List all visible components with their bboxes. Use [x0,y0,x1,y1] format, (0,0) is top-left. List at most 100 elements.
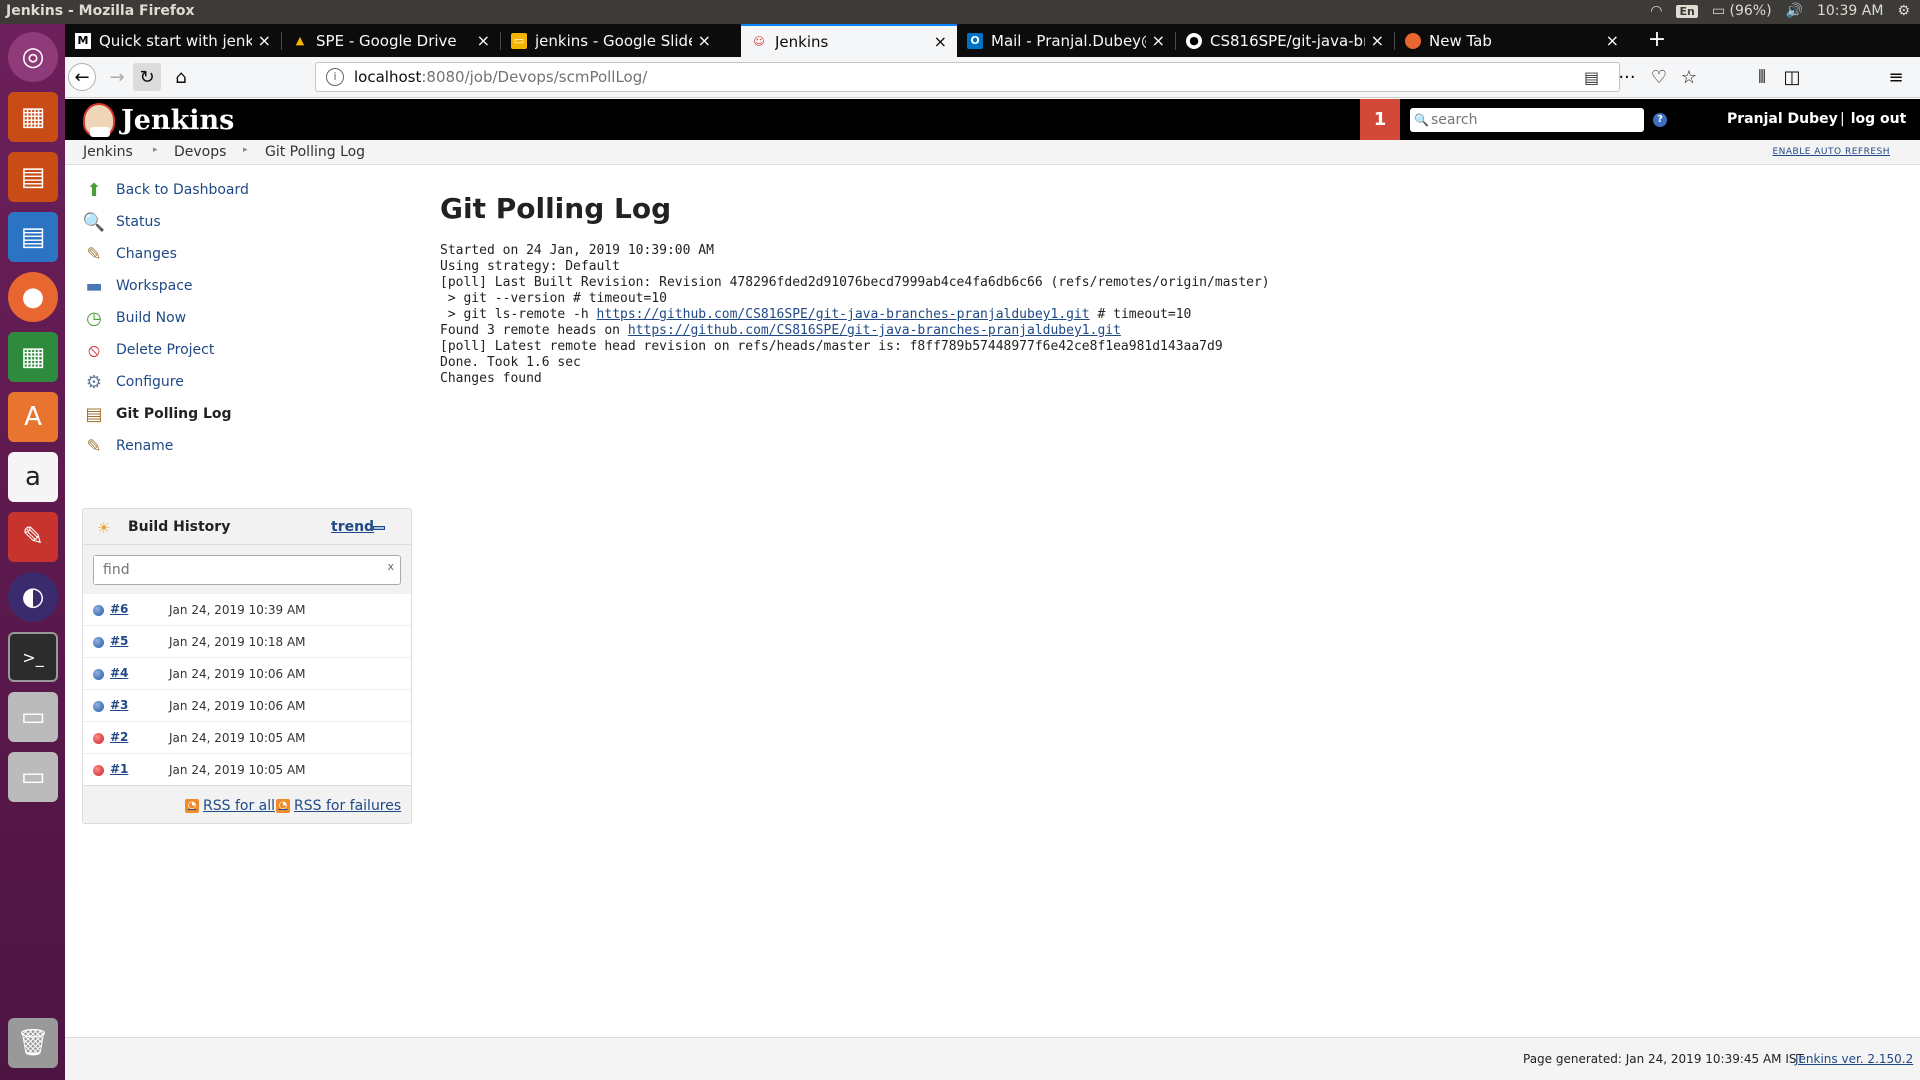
search-box[interactable]: 🔍 [1410,108,1644,132]
task-git-polling-log[interactable]: ▤ Git Polling Log [82,398,412,430]
pocket-icon[interactable]: ♡ [1645,63,1673,91]
keyboard-layout-indicator[interactable]: En [1676,4,1698,18]
trash-icon[interactable]: 🗑 [8,1018,58,1068]
ubuntu-dash-icon[interactable]: ◎ [8,32,58,82]
drive-icon[interactable]: ▭ [8,752,58,802]
close-tab-icon[interactable]: × [934,32,947,51]
software-center-icon[interactable]: A [8,392,58,442]
build-number-link[interactable]: #6 [110,602,128,616]
close-tab-icon[interactable]: × [258,31,271,50]
repo-url-link[interactable]: https://github.com/CS816SPE/git-java-bra… [597,307,1090,322]
breadcrumb-arrow-icon[interactable]: ▸ [153,145,158,155]
task-label: Changes [116,246,177,262]
tab-label: CS816SPE/git-java-branch [1210,31,1365,50]
build-number-link[interactable]: #4 [110,666,128,680]
task-workspace[interactable]: ▬ Workspace [82,270,412,302]
breadcrumb-arrow-icon[interactable]: ▸ [243,145,248,155]
task-rename[interactable]: ✎ Rename [82,430,412,462]
site-info-icon[interactable]: i [326,68,344,86]
build-date: Jan 24, 2019 10:05 AM [169,731,306,745]
drive-icon[interactable]: ▭ [8,692,58,742]
hamburger-menu-icon[interactable]: ≡ [1882,63,1910,91]
success-ball-icon [93,669,104,680]
system-settings-icon[interactable]: ✎ [8,512,58,562]
url-bar[interactable]: i localhost:8080/job/Devops/scmPollLog/ … [315,62,1620,92]
jenkins-icon: ☺ [753,35,765,48]
clock[interactable]: 10:39 AM [1817,3,1883,19]
log-line: [poll] Latest remote head revision on re… [440,339,1223,354]
tab-strip: M Quick start with jenkins × ▲ SPE - Goo… [65,24,1920,57]
tab-outlook-mail[interactable]: O Mail - Pranjal.Dubey@iiit × [957,24,1175,57]
success-ball-icon [93,701,104,712]
breadcrumb-git-polling-log[interactable]: Git Polling Log [265,144,365,160]
forward-button[interactable]: → [103,63,131,91]
search-input[interactable] [1430,112,1641,128]
clear-find-icon[interactable]: x [387,560,394,573]
os-top-panel: Jenkins - Mozilla Firefox ◠ En ▭ (96%) 🔊… [0,0,1920,24]
help-icon[interactable]: ? [1653,113,1667,127]
rss-all-link[interactable]: ◔ RSS for all [185,798,275,814]
close-tab-icon[interactable]: × [477,31,490,50]
tab-github-repo[interactable]: ● CS816SPE/git-java-branch × [1176,24,1394,57]
tab-quick-start-jenkins[interactable]: M Quick start with jenkins × [65,24,281,57]
close-tab-icon[interactable]: × [1606,31,1619,50]
volume-icon[interactable]: 🔊 [1786,3,1803,19]
power-gear-icon[interactable]: ⚙ [1897,3,1910,19]
task-changes[interactable]: ✎ Changes [82,238,412,270]
jenkins-version-link[interactable]: Jenkins ver. 2.150.2 [1795,1052,1913,1066]
presentation-icon[interactable]: ▦ [8,92,58,142]
build-number-link[interactable]: #2 [110,730,128,744]
library-icon[interactable]: ⫴ [1748,63,1776,91]
logout-link[interactable]: log out [1840,111,1907,127]
new-tab-button[interactable]: + [1640,24,1674,57]
repo-url-link[interactable]: https://github.com/CS816SPE/git-java-bra… [628,323,1121,338]
tab-google-slides[interactable]: ▭ jenkins - Google Slides × [501,24,721,57]
task-configure[interactable]: ⚙ Configure [82,366,412,398]
success-ball-icon [93,605,104,616]
jenkins-logo[interactable]: Jenkins [83,103,234,137]
amazon-icon[interactable]: a [8,452,58,502]
page-actions-icon[interactable]: ··· [1613,63,1641,91]
build-find-input[interactable] [94,556,374,584]
task-delete-project[interactable]: ⦸ Delete Project [82,334,412,366]
build-number-link[interactable]: #5 [110,634,128,648]
close-tab-icon[interactable]: × [698,31,711,50]
close-tab-icon[interactable]: × [1152,31,1165,50]
eclipse-icon[interactable]: ◐ [8,572,58,622]
battery-indicator[interactable]: ▭ (96%) [1712,3,1772,19]
task-status[interactable]: 🔍 Status [82,206,412,238]
breadcrumb-devops[interactable]: Devops [174,144,226,160]
reload-button[interactable]: ↻ [133,63,161,91]
unity-launcher: ◎ ▦ ▤ ▤ ● ▦ A a ✎ ◐ >_ ▭ ▭ 🗑 [0,24,65,1080]
tab-google-drive[interactable]: ▲ SPE - Google Drive × [282,24,500,57]
bookmark-star-icon[interactable]: ☆ [1675,63,1703,91]
collapse-icon[interactable] [373,526,385,530]
terminal-icon[interactable]: >_ [8,632,58,682]
enable-auto-refresh-link[interactable]: ENABLE AUTO REFRESH [1772,147,1890,157]
reader-view-icon[interactable]: ▤ [1584,68,1599,87]
home-button[interactable]: ⌂ [167,63,195,91]
task-back-to-dashboard[interactable]: ⬆ Back to Dashboard [82,174,412,206]
user-link[interactable]: Pranjal Dubey [1727,111,1838,127]
clipboard-icon: ▤ [85,403,103,425]
rss-failures-link[interactable]: ◔ RSS for failures [276,798,401,814]
back-button[interactable]: ← [68,63,96,91]
build-number-link[interactable]: #3 [110,698,128,712]
build-history-panel: ☀ Build History trend x #6 Jan 24, 2019 … [82,508,412,824]
build-number-link[interactable]: #1 [110,762,128,776]
close-tab-icon[interactable]: × [1371,31,1384,50]
writer-icon[interactable]: ▤ [8,212,58,262]
trend-link[interactable]: trend [331,519,374,535]
wifi-icon[interactable]: ◠ [1650,3,1662,19]
tab-new-tab[interactable]: New Tab × [1395,24,1629,57]
firefox-icon[interactable]: ● [8,272,58,322]
sidebar-toggle-icon[interactable]: ◫ [1778,63,1806,91]
polling-log: Started on 24 Jan, 2019 10:39:00 AM Using… [440,243,1840,387]
task-build-now[interactable]: ◷ Build Now [82,302,412,334]
tab-jenkins[interactable]: ☺ Jenkins × [741,24,957,57]
notification-badge[interactable]: 1 [1360,99,1400,140]
breadcrumb-jenkins[interactable]: Jenkins [83,144,133,160]
calc-icon[interactable]: ▦ [8,332,58,382]
build-find-box[interactable]: x [93,555,401,585]
file-cabinet-icon[interactable]: ▤ [8,152,58,202]
